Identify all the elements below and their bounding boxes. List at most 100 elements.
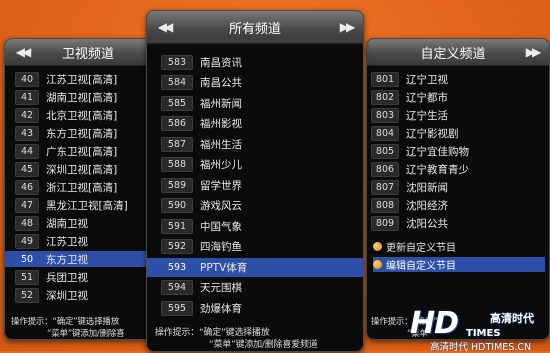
channel-row[interactable]: 805 辽宁宜佳购物 <box>367 143 549 159</box>
channel-row[interactable]: 40 江苏卫视[高清] <box>5 71 157 87</box>
channel-name: PPTV体育 <box>200 261 248 274</box>
channel-name: 辽宁卫视 <box>406 73 448 86</box>
channel-row[interactable]: 45 深圳卫视[高清] <box>5 161 157 177</box>
channel-row[interactable]: 586 福州影视 <box>147 115 363 134</box>
channel-row[interactable]: 46 浙江卫视[高清] <box>5 179 157 195</box>
channel-number: 809 <box>371 215 399 231</box>
channel-row[interactable]: 590 游戏风云 <box>147 197 363 216</box>
satellite-channels-header: ◀◀ 卫视频道 <box>5 39 157 66</box>
operation-hint-2: “菜单”键添加/删除喜 <box>47 329 125 339</box>
logo-hd-text: HD <box>410 306 459 341</box>
channel-number: 583 <box>161 54 193 70</box>
channel-row[interactable]: 802 辽宁都市 <box>367 89 549 105</box>
channel-row[interactable]: 44 广东卫视[高清] <box>5 143 157 159</box>
next-page-icon[interactable]: ▶▶ <box>335 11 357 43</box>
channel-name: 南昌资讯 <box>200 56 242 69</box>
channel-row[interactable]: 587 福州生活 <box>147 135 363 154</box>
channel-number: 43 <box>15 125 39 141</box>
channel-name: 天元围棋 <box>200 282 242 295</box>
channel-row[interactable]: 49 江苏卫视 <box>5 233 157 249</box>
channel-name: 湖南卫视[高清] <box>46 91 118 104</box>
channel-name: 东方卫视 <box>46 253 88 266</box>
all-channels-panel: ◀◀ 所有频道 ▶▶ 583 南昌资讯 584 南昌公共 585 福州新闻 586 福州影视 5… <box>146 10 364 352</box>
channel-name: 四海钓鱼 <box>200 241 242 254</box>
logo-times-text: TIMES <box>466 328 501 339</box>
channel-number: 52 <box>15 287 39 303</box>
channel-row[interactable]: 809 沈阳公共 <box>367 215 549 231</box>
panel-title: 卫视频道 <box>61 46 114 62</box>
channel-row[interactable]: 47 黑龙江卫视[高清] <box>5 197 157 213</box>
action-label: 编辑自定义节目 <box>386 261 456 272</box>
channel-name: 辽宁生活 <box>406 109 448 122</box>
channel-row[interactable]: 52 深圳卫视 <box>5 287 157 303</box>
channel-number: 807 <box>371 179 399 195</box>
channel-row[interactable]: 808 沈阳经济 <box>367 197 549 213</box>
channel-name: 北京卫视[高清] <box>46 109 118 122</box>
channel-name: 留学世界 <box>200 179 242 192</box>
channel-row[interactable]: 51 兵团卫视 <box>5 269 157 285</box>
channel-name: 劲爆体育 <box>200 302 242 315</box>
channel-number: 595 <box>161 300 193 316</box>
channel-row[interactable]: 585 福州新闻 <box>147 94 363 113</box>
operation-hint: 操作提示：“确定”键选择播放 <box>11 317 120 327</box>
channel-number: 802 <box>371 89 399 105</box>
channel-row[interactable]: 593 PPTV体育 <box>147 258 363 277</box>
channel-number: 803 <box>371 107 399 123</box>
channel-number: 41 <box>15 89 39 105</box>
channel-number: 48 <box>15 215 39 231</box>
channel-name: 福州新闻 <box>200 97 242 110</box>
channel-number: 594 <box>161 280 193 296</box>
channel-number: 51 <box>15 269 39 285</box>
channel-name: 深圳卫视[高清] <box>46 163 118 176</box>
channel-name: 辽宁教育青少 <box>406 163 469 176</box>
channel-row[interactable]: 804 辽宁影视剧 <box>367 125 549 141</box>
channel-number: 47 <box>15 197 39 213</box>
channel-number: 45 <box>15 161 39 177</box>
next-page-icon[interactable]: ▶▶ <box>521 39 543 65</box>
channel-row[interactable]: 594 天元围棋 <box>147 279 363 298</box>
channel-number: 808 <box>371 197 399 213</box>
channel-row[interactable]: 803 辽宁生活 <box>367 107 549 123</box>
custom-channels-header: 自定义频道 ▶▶ <box>367 39 549 66</box>
channel-row[interactable]: 50 东方卫视 <box>5 251 157 267</box>
prev-page-icon[interactable]: ◀◀ <box>11 39 33 65</box>
channel-row[interactable]: 589 留学世界 <box>147 176 363 195</box>
channel-number: 805 <box>371 143 399 159</box>
channel-name: 福州少儿 <box>200 159 242 172</box>
channel-row[interactable]: 591 中国气象 <box>147 217 363 236</box>
channel-row[interactable]: 806 辽宁教育青少 <box>367 161 549 177</box>
channel-name: 湖南卫视 <box>46 217 88 230</box>
logo-cn-text: 高清时代 <box>490 312 534 325</box>
channel-number: 806 <box>371 161 399 177</box>
custom-channels-panel: 自定义频道 ▶▶ 801 辽宁卫视 802 辽宁都市 803 辽宁生活 804 辽宁影视剧 80… <box>366 38 550 340</box>
channel-row[interactable]: 807 沈阳新闻 <box>367 179 549 195</box>
channel-row[interactable]: 42 北京卫视[高清] <box>5 107 157 123</box>
channel-row[interactable]: 48 湖南卫视 <box>5 215 157 231</box>
panel-title: 自定义频道 <box>420 46 486 62</box>
panel-title: 所有频道 <box>228 21 281 37</box>
channel-number: 590 <box>161 198 193 214</box>
channel-row[interactable]: 41 湖南卫视[高清] <box>5 89 157 105</box>
dot-icon <box>373 242 382 251</box>
operation-hint-2: “菜单”键添加/删除喜爱频道 <box>209 340 318 350</box>
prev-page-icon[interactable]: ◀◀ <box>153 11 175 43</box>
update-custom-programs-button[interactable]: 更新自定义节目 <box>373 239 545 254</box>
channel-number: 584 <box>161 75 193 91</box>
channel-row[interactable]: 592 四海钓鱼 <box>147 238 363 257</box>
channel-name: 游戏风云 <box>200 200 242 213</box>
channel-name: 辽宁影视剧 <box>406 127 459 140</box>
channel-row[interactable]: 583 南昌资讯 <box>147 53 363 72</box>
channel-number: 593 <box>161 259 193 275</box>
channel-row[interactable]: 801 辽宁卫视 <box>367 71 549 87</box>
channel-number: 46 <box>15 179 39 195</box>
channel-name: 广东卫视[高清] <box>46 145 118 158</box>
channel-name: 沈阳新闻 <box>406 181 448 194</box>
edit-custom-programs-button[interactable]: 编辑自定义节目 <box>373 257 545 272</box>
channel-name: 江苏卫视[高清] <box>46 73 118 86</box>
channel-name: 辽宁宜佳购物 <box>406 145 469 158</box>
channel-row[interactable]: 43 东方卫视[高清] <box>5 125 157 141</box>
channel-row[interactable]: 595 劲爆体育 <box>147 299 363 318</box>
channel-name: 辽宁都市 <box>406 91 448 104</box>
channel-row[interactable]: 588 福州少儿 <box>147 156 363 175</box>
channel-row[interactable]: 584 南昌公共 <box>147 74 363 93</box>
